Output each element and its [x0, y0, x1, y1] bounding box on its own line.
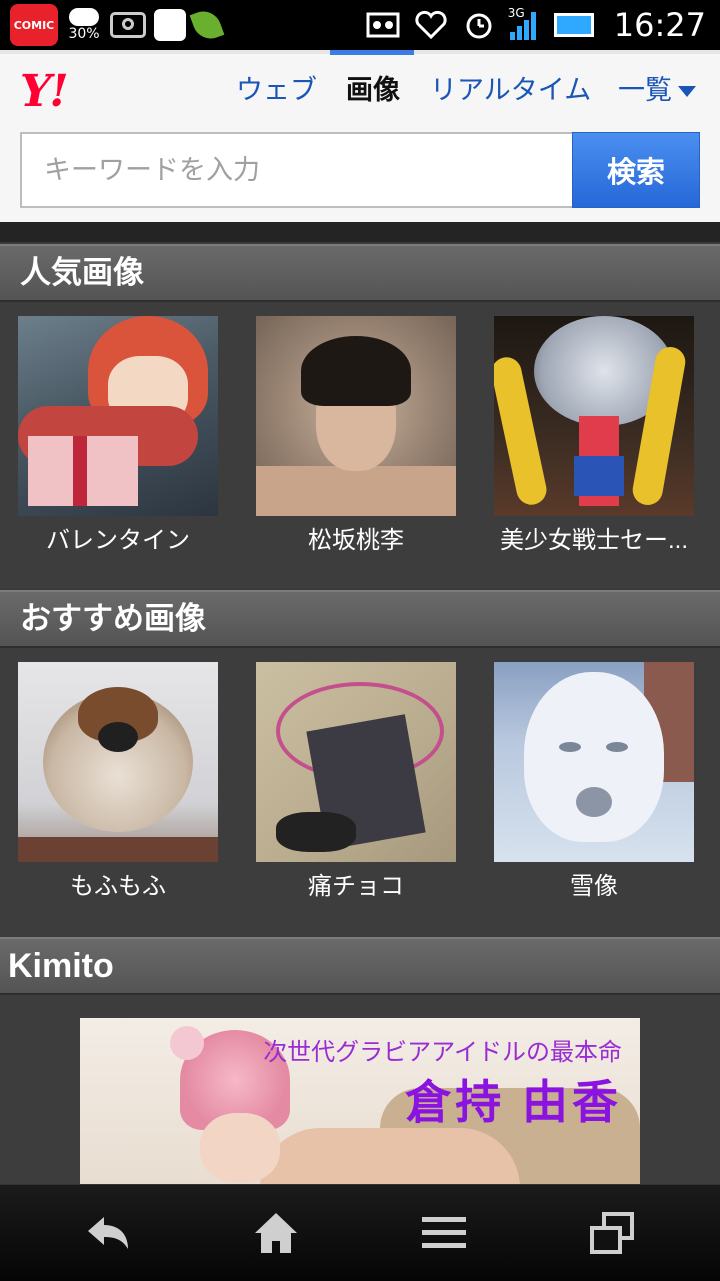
image-caption[interactable]: 痛チョコ [246, 866, 466, 901]
tab-realtime[interactable]: リアルタイム [430, 68, 591, 108]
menu-button[interactable] [384, 1185, 504, 1281]
tab-list-label: 一覧 [618, 75, 672, 105]
image-caption[interactable]: 美少女戦士セー... [484, 520, 704, 555]
camera-icon [110, 12, 146, 38]
active-tab-indicator [330, 50, 414, 55]
search-button[interactable]: 検索 [572, 132, 700, 208]
heart-icon [415, 10, 447, 40]
section-title-kimito: Kimito [0, 937, 720, 995]
app-badge-label: COMIC [13, 18, 55, 32]
comic-app-icon: COMIC [10, 4, 58, 46]
banner-name: 倉持 由香 [405, 1076, 622, 1128]
tab-images[interactable]: 画像 [346, 68, 400, 108]
clock: 16:27 [613, 6, 706, 44]
network-type-label: 3G [507, 6, 525, 20]
ad-banner[interactable]: 次世代グラビアアイドルの最本命 倉持 由香 [80, 1018, 640, 1184]
battery-percent: 30% [68, 26, 100, 42]
section-title-recommended: おすすめ画像 [0, 590, 720, 648]
image-caption[interactable]: 雪像 [484, 866, 704, 901]
header-divider [0, 222, 720, 242]
back-icon [88, 1217, 128, 1249]
popular-images-grid: バレンタイン 松坂桃李 美少女戦士セー... [0, 302, 720, 588]
recommended-images-grid: もふもふ 痛チョコ 雪像 [0, 648, 720, 936]
windows-button[interactable] [552, 1185, 672, 1281]
image-caption[interactable]: 松坂桃李 [246, 520, 466, 555]
back-button[interactable] [48, 1185, 168, 1281]
image-thumb-snow-statue[interactable] [494, 662, 694, 862]
signal-icon: 3G [508, 6, 540, 40]
banner-subtitle: 次世代グラビアアイドルの最本命 [263, 1039, 622, 1066]
menu-icon [422, 1217, 466, 1248]
home-button[interactable] [216, 1185, 336, 1281]
section-title-popular: 人気画像 [0, 244, 720, 302]
home-icon [255, 1213, 297, 1253]
status-bar: COMIC 30% 3G 16:27 [0, 0, 720, 50]
bottom-navigation [0, 1184, 720, 1281]
voicemail-icon [366, 12, 400, 38]
tab-list[interactable]: 一覧 [618, 68, 696, 108]
weather-icon: 30% [66, 8, 102, 42]
image-thumb-sketch[interactable] [256, 662, 456, 862]
image-caption[interactable]: バレンタイン [8, 520, 228, 555]
image-caption[interactable]: もふもふ [8, 866, 228, 901]
tab-web[interactable]: ウェブ [236, 68, 317, 108]
chevron-down-icon [678, 86, 696, 98]
image-thumb-anime[interactable] [494, 316, 694, 516]
battery-icon [553, 13, 594, 37]
dog-app-icon [154, 9, 186, 41]
yahoo-header: Y! ウェブ 画像 リアルタイム 一覧 検索 [0, 50, 720, 222]
leaf-icon [189, 6, 225, 44]
windows-icon [590, 1212, 634, 1254]
image-thumb-valentine[interactable] [18, 316, 218, 516]
alarm-icon [466, 13, 492, 39]
image-thumb-sparrow[interactable] [18, 662, 218, 862]
yahoo-logo[interactable]: Y! [20, 66, 69, 117]
image-thumb-portrait[interactable] [256, 316, 456, 516]
search-box [20, 132, 574, 208]
search-input[interactable] [22, 134, 572, 206]
